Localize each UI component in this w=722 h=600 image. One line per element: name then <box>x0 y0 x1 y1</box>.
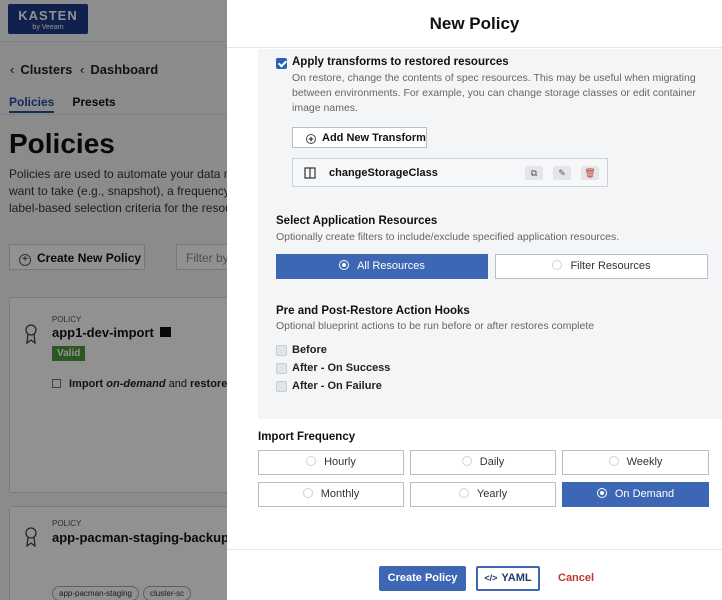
apply-transforms-description: On restore, change the contents of spec … <box>292 72 696 114</box>
add-new-transform-button[interactable]: + Add New Transform <box>292 127 427 148</box>
hooks-heading: Pre and Post-Restore Action Hooks <box>276 305 470 317</box>
columns-icon <box>304 167 316 179</box>
new-policy-modal: New Policy Apply transforms to restored … <box>227 0 722 600</box>
plus-circle-icon: + <box>306 134 316 144</box>
hook-failure-checkbox[interactable] <box>276 381 287 392</box>
radio-icon <box>608 456 619 466</box>
radio-icon <box>552 260 563 270</box>
frequency-yearly-label: Yearly <box>476 488 508 500</box>
delete-icon[interactable]: 🗑 <box>581 166 599 180</box>
hook-success-checkbox[interactable] <box>276 363 287 374</box>
hook-before-checkbox[interactable] <box>276 345 287 356</box>
radio-icon <box>306 456 317 466</box>
modal-footer: Create Policy </> YAML Cancel <box>227 549 722 600</box>
code-icon: </> <box>484 573 498 583</box>
radio-icon <box>302 488 313 498</box>
radio-icon <box>461 456 472 466</box>
app-resources-heading: Select Application Resources <box>276 215 438 227</box>
frequency-daily-label: Daily <box>479 456 505 468</box>
apply-transforms-label: Apply transforms to restored resources <box>292 56 509 68</box>
apply-transforms-checkbox[interactable] <box>276 58 287 69</box>
hook-success-label: After - On Success <box>292 362 391 374</box>
hooks-subtitle: Optional blueprint actions to be run bef… <box>276 320 595 332</box>
yaml-label: YAML <box>501 572 532 584</box>
frequency-hourly[interactable]: Hourly <box>258 450 404 475</box>
frequency-hourly-label: Hourly <box>324 456 356 468</box>
hook-before-label: Before <box>292 344 327 356</box>
hook-success-row[interactable]: After - On Success <box>276 362 390 374</box>
copy-icon[interactable]: ⧉ <box>525 166 543 180</box>
all-resources-label: All Resources <box>357 260 425 272</box>
frequency-weekly-label: Weekly <box>626 456 663 468</box>
hook-before-row[interactable]: Before <box>276 344 327 356</box>
frequency-on-demand[interactable]: On Demand <box>562 482 709 507</box>
modal-body[interactable]: Apply transforms to restored resources O… <box>227 49 722 549</box>
frequency-on-demand-label: On Demand <box>614 488 675 500</box>
import-frequency-heading: Import Frequency <box>258 431 356 443</box>
hook-failure-label: After - On Failure <box>292 380 382 392</box>
frequency-daily[interactable]: Daily <box>410 450 556 475</box>
transform-item[interactable]: changeStorageClass ⧉ ✎ 🗑 <box>292 158 608 187</box>
create-policy-button[interactable]: Create Policy <box>379 566 466 591</box>
restore-options-section: Apply transforms to restored resources O… <box>258 49 722 419</box>
frequency-weekly[interactable]: Weekly <box>562 450 709 475</box>
cancel-button[interactable]: Cancel <box>558 566 594 591</box>
frequency-monthly[interactable]: Monthly <box>258 482 404 507</box>
transform-name: changeStorageClass <box>329 167 438 179</box>
modal-title: New Policy <box>227 0 722 48</box>
frequency-yearly[interactable]: Yearly <box>410 482 556 507</box>
all-resources-option[interactable]: All Resources <box>276 254 488 279</box>
filter-resources-option[interactable]: Filter Resources <box>495 254 708 279</box>
radio-icon <box>596 488 607 498</box>
filter-resources-label: Filter Resources <box>570 260 651 272</box>
yaml-button[interactable]: </> YAML <box>476 566 540 591</box>
radio-icon <box>458 488 469 498</box>
edit-icon[interactable]: ✎ <box>553 166 571 180</box>
hook-failure-row[interactable]: After - On Failure <box>276 380 382 392</box>
frequency-monthly-label: Monthly <box>320 488 360 500</box>
app-resources-subtitle: Optionally create filters to include/exc… <box>276 231 620 243</box>
radio-icon <box>339 260 350 270</box>
add-new-transform-label: Add New Transform <box>322 132 426 144</box>
